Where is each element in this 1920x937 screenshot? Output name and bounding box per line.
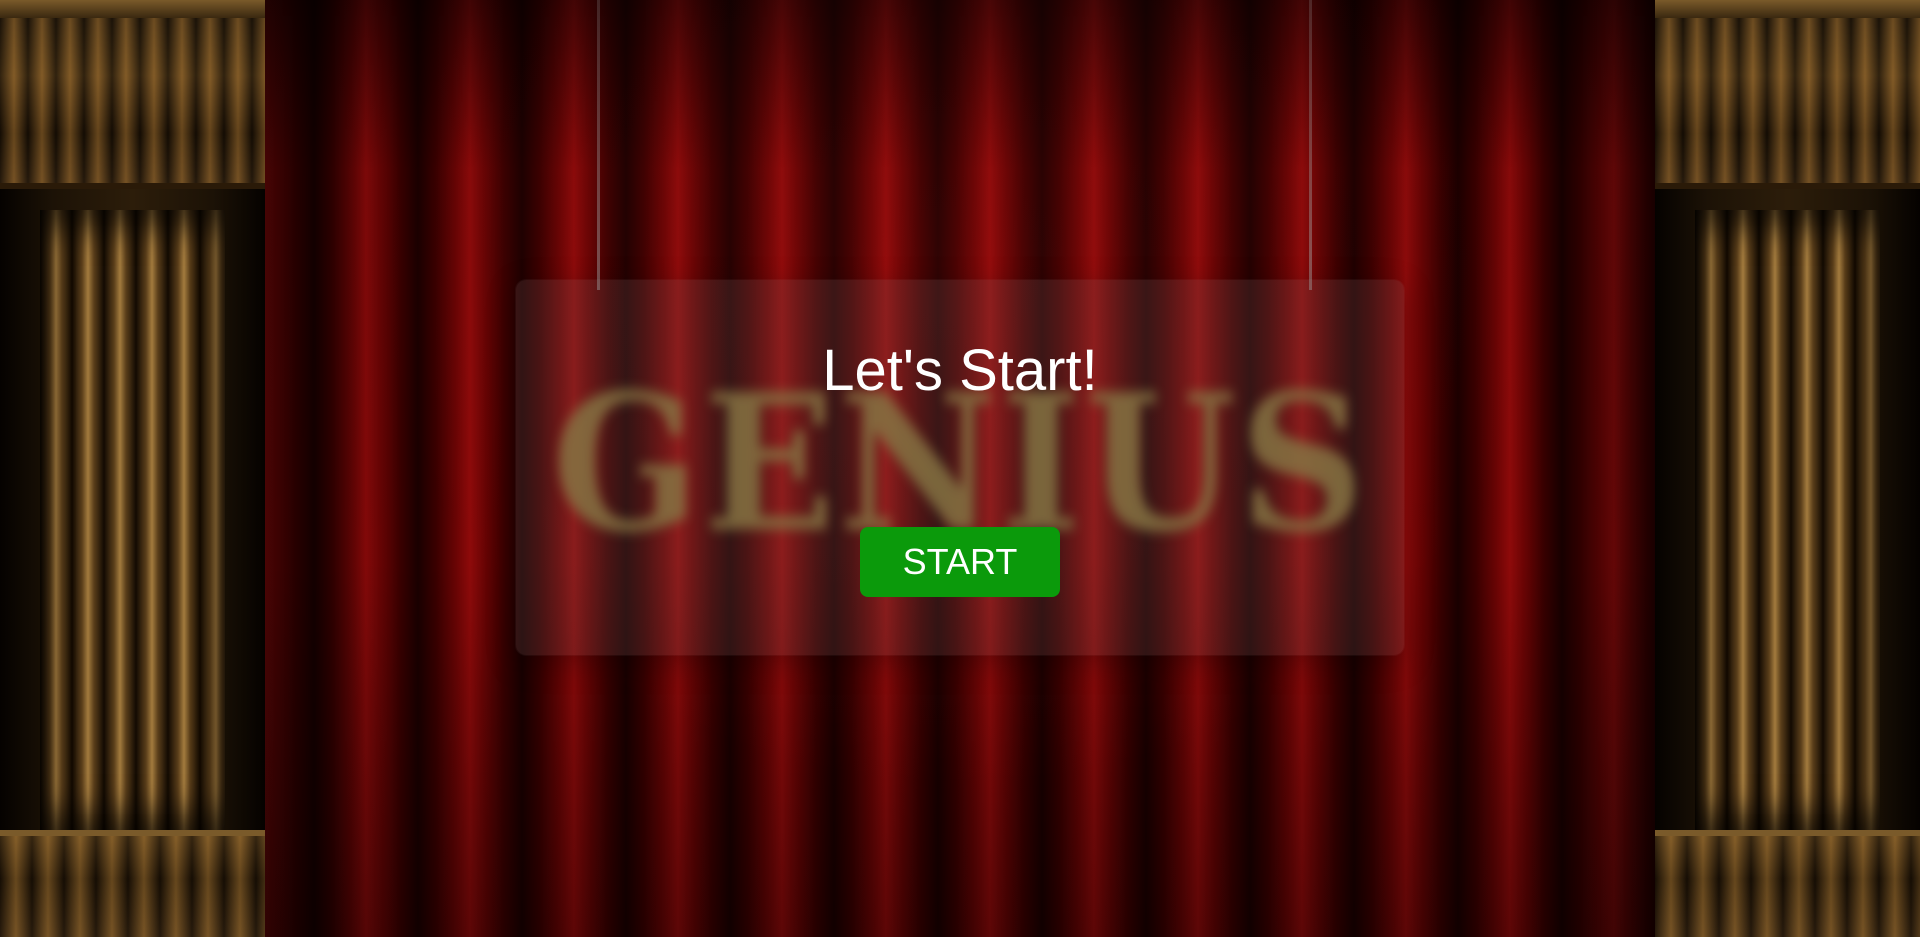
pillar-base — [1655, 830, 1920, 937]
curtain-rope — [1309, 0, 1312, 290]
curtain-rope — [597, 0, 600, 290]
pillar-capital — [0, 18, 265, 189]
start-dialog: Let's Start! START — [516, 280, 1404, 655]
pillar-shaft — [40, 210, 225, 830]
pillar-capital — [1655, 18, 1920, 189]
start-button[interactable]: START — [860, 527, 1060, 597]
right-pillar — [1655, 0, 1920, 937]
dialog-title: Let's Start! — [822, 338, 1098, 403]
pillar-cap-top — [0, 0, 265, 18]
game-stage: GENIUS Let's Start! START — [0, 0, 1920, 937]
pillar-base — [0, 830, 265, 937]
pillar-cap-top — [1655, 0, 1920, 18]
left-pillar — [0, 0, 265, 937]
pillar-shaft — [1695, 210, 1880, 830]
